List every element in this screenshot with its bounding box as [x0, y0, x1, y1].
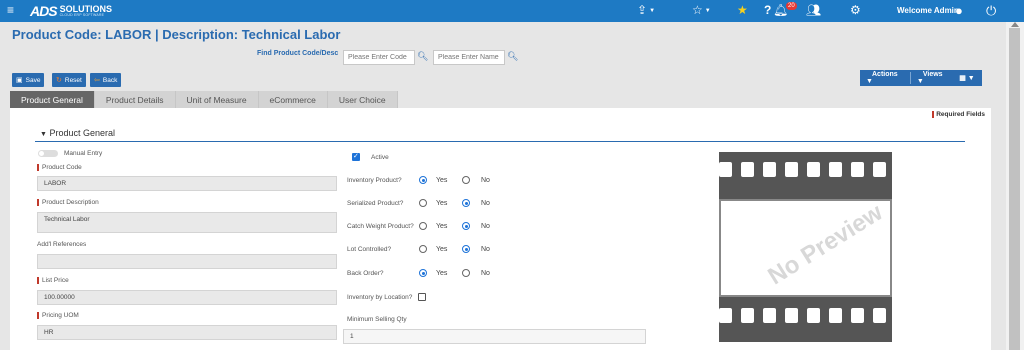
- lot-controlled-yes-radio[interactable]: [419, 245, 427, 253]
- back-order-label: Back Order?: [347, 270, 384, 277]
- section-divider: [35, 141, 965, 142]
- manual-entry-label: Manual Entry: [64, 150, 103, 157]
- save-button[interactable]: ▣ Save: [12, 73, 45, 87]
- tab-bar: Product General Product Details Unit of …: [10, 91, 398, 108]
- lot-controlled-no-radio[interactable]: [462, 245, 470, 253]
- serialized-product-label: Serialized Product?: [347, 200, 404, 207]
- serialized-product-yes-radio[interactable]: [419, 199, 427, 207]
- logo-ads: ADS: [30, 3, 58, 19]
- back-order-yes-radio[interactable]: [419, 269, 427, 277]
- tab-user-choice[interactable]: User Choice: [327, 91, 398, 108]
- vertical-scrollbar[interactable]: [1006, 22, 1024, 350]
- chevron-down-icon: ▼: [40, 131, 47, 138]
- pricing-uom-label: Pricing UOM: [37, 312, 79, 319]
- logo-tagline: CLOUD ERP SOFTWARE: [59, 12, 105, 17]
- pricing-uom-field[interactable]: HR: [37, 325, 337, 340]
- catch-weight-label: Catch Weight Product?: [347, 223, 414, 230]
- manual-entry-toggle[interactable]: [38, 150, 58, 157]
- product-code-search-input[interactable]: [343, 50, 415, 65]
- product-code-label: Product Code: [37, 164, 82, 171]
- save-icon: ▣: [16, 77, 23, 84]
- catch-weight-yes-radio[interactable]: [419, 222, 427, 230]
- reset-icon: ↻: [56, 77, 62, 84]
- inventory-product-label: Inventory Product?: [347, 177, 402, 184]
- min-selling-qty-field[interactable]: 1: [343, 329, 646, 344]
- addl-references-field[interactable]: [37, 254, 337, 269]
- catch-weight-no-radio[interactable]: [462, 222, 470, 230]
- favorite-star-icon[interactable]: ★: [737, 3, 748, 17]
- power-icon[interactable]: ⏻: [986, 3, 996, 19]
- actions-menu[interactable]: Actions ▼: [860, 71, 910, 85]
- back-order-no-radio[interactable]: [462, 269, 470, 277]
- find-label: Find Product Code/Desc: [257, 50, 339, 57]
- no-preview-text: No Preview: [763, 199, 888, 291]
- calendar-menu[interactable]: ▦ ▼: [952, 70, 982, 86]
- back-button[interactable]: ⇦ Back: [90, 73, 122, 87]
- tab-ecommerce[interactable]: eCommerce: [258, 91, 328, 108]
- tab-unit-of-measure[interactable]: Unit of Measure: [175, 91, 259, 108]
- tab-product-general[interactable]: Product General: [10, 91, 95, 108]
- section-header[interactable]: ▼ Product General: [40, 128, 115, 138]
- share-icon[interactable]: ⇪ ▼: [637, 3, 655, 17]
- active-label: Active: [371, 154, 389, 161]
- logo[interactable]: ADS SOLUTIONS CLOUD ERP SOFTWARE: [30, 3, 112, 19]
- back-icon: ⇦: [94, 77, 100, 84]
- welcome-text[interactable]: Welcome Admin: [897, 6, 959, 15]
- inventory-by-location-label: Inventory by Location?: [347, 294, 413, 301]
- active-checkbox[interactable]: [352, 152, 360, 161]
- lot-controlled-label: Lot Controlled?: [347, 246, 392, 253]
- actions-views-group: Actions ▼ Views ▼: [860, 70, 956, 86]
- reset-button[interactable]: ↻ Reset: [52, 73, 86, 87]
- scrollbar-thumb[interactable]: [1009, 28, 1020, 350]
- gear-icon[interactable]: ⚙: [850, 3, 861, 17]
- views-menu[interactable]: Views ▼: [911, 71, 956, 85]
- help-icon[interactable]: ?: [764, 3, 771, 17]
- inventory-product-yes-radio[interactable]: [419, 176, 427, 184]
- users-icon[interactable]: 👥︎: [806, 3, 821, 17]
- calendar-icon: ▦ ▼: [959, 75, 975, 82]
- menu-icon[interactable]: ≡: [7, 3, 14, 17]
- user-avatar-icon[interactable]: ●: [955, 3, 963, 18]
- notification-badge: 20: [786, 2, 797, 10]
- serialized-product-no-radio[interactable]: [462, 199, 470, 207]
- min-selling-qty-label: Minimum Selling Qty: [347, 316, 407, 323]
- star-outline-icon[interactable]: ☆ ▼: [692, 3, 711, 17]
- search-code-icon[interactable]: 🔍︎: [417, 51, 428, 62]
- product-image-preview[interactable]: No Preview: [713, 152, 898, 342]
- product-name-search-input[interactable]: [433, 50, 505, 65]
- top-nav-bar: ≡ ADS SOLUTIONS CLOUD ERP SOFTWARE ⇪ ▼ ☆ ▼…: [0, 0, 1024, 22]
- list-price-label: List Price: [37, 277, 69, 284]
- product-code-field[interactable]: LABOR: [37, 176, 337, 191]
- scroll-up-arrow-icon[interactable]: [1011, 22, 1019, 27]
- list-price-field[interactable]: 100.00000: [37, 290, 337, 305]
- product-description-field[interactable]: Technical Labor: [37, 212, 337, 233]
- tab-product-details[interactable]: Product Details: [94, 91, 176, 108]
- product-description-label: Product Description: [37, 199, 99, 206]
- search-name-icon[interactable]: 🔍︎: [507, 51, 518, 62]
- inventory-product-no-radio[interactable]: [462, 176, 470, 184]
- inventory-by-location-checkbox[interactable]: [418, 293, 426, 301]
- addl-references-label: Add'l References: [37, 241, 87, 248]
- required-fields-note: Required Fields: [932, 111, 985, 118]
- page-title: Product Code: LABOR | Description: Techn…: [12, 27, 341, 42]
